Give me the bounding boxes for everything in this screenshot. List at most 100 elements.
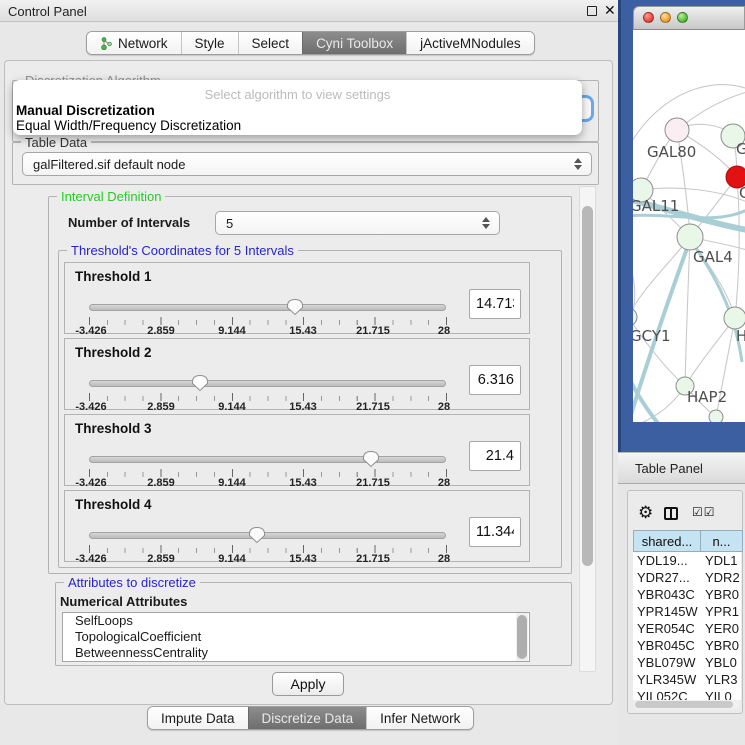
table-row[interactable]: YLR345WYLR3 xyxy=(633,671,741,688)
list-item[interactable]: TopologicalCoefficient xyxy=(63,629,529,645)
columns-icon[interactable] xyxy=(664,507,678,520)
table-row[interactable]: YDL19...YDL1 xyxy=(633,552,741,569)
table-row[interactable]: YIL052CYIL0 xyxy=(633,688,741,700)
table-row[interactable]: YER054CYER0 xyxy=(633,620,741,637)
table-data-value: galFiltered.sif default node xyxy=(33,157,185,172)
node-label: GAL80 xyxy=(647,143,696,161)
tick-label: 15.43 xyxy=(289,477,317,489)
tab-cyni-toolbox[interactable]: Cyni Toolbox xyxy=(302,32,406,54)
dropdown-option-equal-width[interactable]: Equal Width/Frequency Discretization xyxy=(16,118,241,133)
list-scrollbar[interactable] xyxy=(516,613,528,661)
checkbox-icons[interactable]: ☑☑ xyxy=(692,505,716,519)
numerical-attributes-list: SelfLoops TopologicalCoefficient Between… xyxy=(62,612,530,662)
slider-thumb[interactable] xyxy=(286,298,304,316)
slider-track[interactable] xyxy=(89,304,446,311)
tick-label: 9.144 xyxy=(218,553,246,565)
gear-icon[interactable]: ⚙ xyxy=(638,503,653,523)
threshold-3-value-input[interactable] xyxy=(469,441,521,471)
table-row[interactable]: YBL079WYBL0 xyxy=(633,654,741,671)
tick-label: 28 xyxy=(438,401,450,413)
network-icon xyxy=(100,37,113,50)
tick-label: 21.715 xyxy=(356,553,390,565)
slider-thumb[interactable] xyxy=(248,526,266,544)
threshold-label: Threshold 3 xyxy=(75,421,152,436)
slider-track[interactable] xyxy=(89,380,446,387)
node-bottom[interactable] xyxy=(709,410,723,422)
float-window-icon[interactable] xyxy=(587,6,597,16)
num-intervals-label: Number of Intervals xyxy=(68,215,190,230)
tab-infer-network[interactable]: Infer Network xyxy=(366,707,473,729)
slider-major-ticks xyxy=(89,545,447,553)
threshold-3-slider[interactable] xyxy=(89,449,446,469)
table-horizontal-scrollbar[interactable] xyxy=(634,700,740,709)
threshold-1-value-input[interactable] xyxy=(469,289,521,319)
zoom-traffic-light-icon[interactable] xyxy=(677,12,688,23)
tick-label: 2.859 xyxy=(147,325,175,337)
table-row[interactable]: YBR045CYBR0 xyxy=(633,637,741,654)
slider-thumb[interactable] xyxy=(191,374,209,392)
list-item[interactable]: SelfLoops xyxy=(63,613,529,629)
bottom-tabbar: Impute Data Discretize Data Infer Networ… xyxy=(147,706,474,730)
tab-impute-data[interactable]: Impute Data xyxy=(148,707,248,729)
close-traffic-light-icon[interactable] xyxy=(643,12,654,23)
num-intervals-value: 5 xyxy=(226,216,233,231)
list-item[interactable]: BetweennessCentrality xyxy=(63,645,529,661)
network-canvas[interactable]: GAL80 G C GAL11 GAL4 GCY1 H HAP2 xyxy=(633,30,745,422)
group-title: Interval Definition xyxy=(57,189,165,204)
tab-network[interactable]: Network xyxy=(87,32,181,54)
threshold-4-panel: Threshold 4 -3.426 2.859 9.144 15.43 21.… xyxy=(64,490,530,562)
slider-thumb[interactable] xyxy=(362,450,380,468)
dropdown-option-manual[interactable]: Manual Discretization xyxy=(16,103,155,118)
top-tabbar: Network Style Select Cyni Toolbox jActiv… xyxy=(86,31,535,55)
table-panel-titlebar: Table Panel xyxy=(618,452,745,484)
column-header-shared[interactable]: shared... xyxy=(633,530,701,552)
tick-label: -3.426 xyxy=(75,477,106,489)
table-row[interactable]: YDR27...YDR2 xyxy=(633,569,741,586)
slider-track[interactable] xyxy=(89,456,446,463)
column-header-name[interactable]: n... xyxy=(701,530,743,552)
slider-scale: -3.426 2.859 9.144 15.43 21.715 28 xyxy=(89,325,446,337)
tick-label: 2.859 xyxy=(147,553,175,565)
node-right-h[interactable] xyxy=(724,307,745,329)
settings-scrollbar[interactable] xyxy=(579,186,596,672)
table-data-combobox[interactable]: galFiltered.sif default node xyxy=(22,152,592,176)
node-table[interactable]: YDL19...YDL1 YDR27...YDR2 YBR043CYBR0 YP… xyxy=(633,552,741,700)
node-label: GAL4 xyxy=(693,248,733,266)
app-screen: Control Panel ✕ Network Style Select Cyn… xyxy=(0,0,745,745)
node-gal80[interactable] xyxy=(665,118,689,142)
slider-track[interactable] xyxy=(89,532,446,539)
apply-button[interactable]: Apply xyxy=(272,672,344,696)
table-panel-title: Table Panel xyxy=(635,461,703,476)
tick-label: 21.715 xyxy=(356,401,390,413)
close-icon[interactable]: ✕ xyxy=(604,2,616,19)
table-row[interactable]: YBR043CYBR0 xyxy=(633,586,741,603)
slider-scale: -3.426 2.859 9.144 15.43 21.715 28 xyxy=(89,477,446,489)
threshold-2-slider[interactable] xyxy=(89,373,446,393)
combo-stepper-icon xyxy=(482,217,490,229)
tick-label: 2.859 xyxy=(147,477,175,489)
node-label: GAL11 xyxy=(633,197,679,215)
threshold-4-slider[interactable] xyxy=(89,525,446,545)
tab-select[interactable]: Select xyxy=(238,32,303,54)
threshold-2-value-input[interactable] xyxy=(469,365,521,395)
tab-jactivemnodules[interactable]: jActiveMNodules xyxy=(406,32,534,54)
slider-major-ticks xyxy=(89,317,447,325)
table-row[interactable]: YPR145WYPR1 xyxy=(633,603,741,620)
num-intervals-combobox[interactable]: 5 xyxy=(215,211,500,235)
algorithm-dropdown-popup: Select algorithm to view settings Manual… xyxy=(13,80,582,135)
threshold-4-value-input[interactable] xyxy=(469,517,521,547)
threshold-2-panel: Threshold 2 -3.426 2.859 9.144 15.43 21.… xyxy=(64,338,530,410)
threshold-1-slider[interactable] xyxy=(89,297,446,317)
node-gal4[interactable] xyxy=(677,224,703,250)
group-title: Attributes to discretize xyxy=(64,575,200,590)
tick-label: 9.144 xyxy=(218,325,246,337)
minimize-traffic-light-icon[interactable] xyxy=(660,12,671,23)
threshold-3-panel: Threshold 3 -3.426 2.859 9.144 15.43 21.… xyxy=(64,414,530,486)
slider-major-ticks xyxy=(89,393,447,401)
tab-style[interactable]: Style xyxy=(181,32,238,54)
tab-discretize-data[interactable]: Discretize Data xyxy=(248,707,367,729)
threshold-label: Threshold 2 xyxy=(75,345,152,360)
node-gcy1[interactable] xyxy=(633,308,637,326)
dropdown-prompt[interactable]: Select algorithm to view settings xyxy=(13,87,582,102)
tick-label: 28 xyxy=(438,553,450,565)
